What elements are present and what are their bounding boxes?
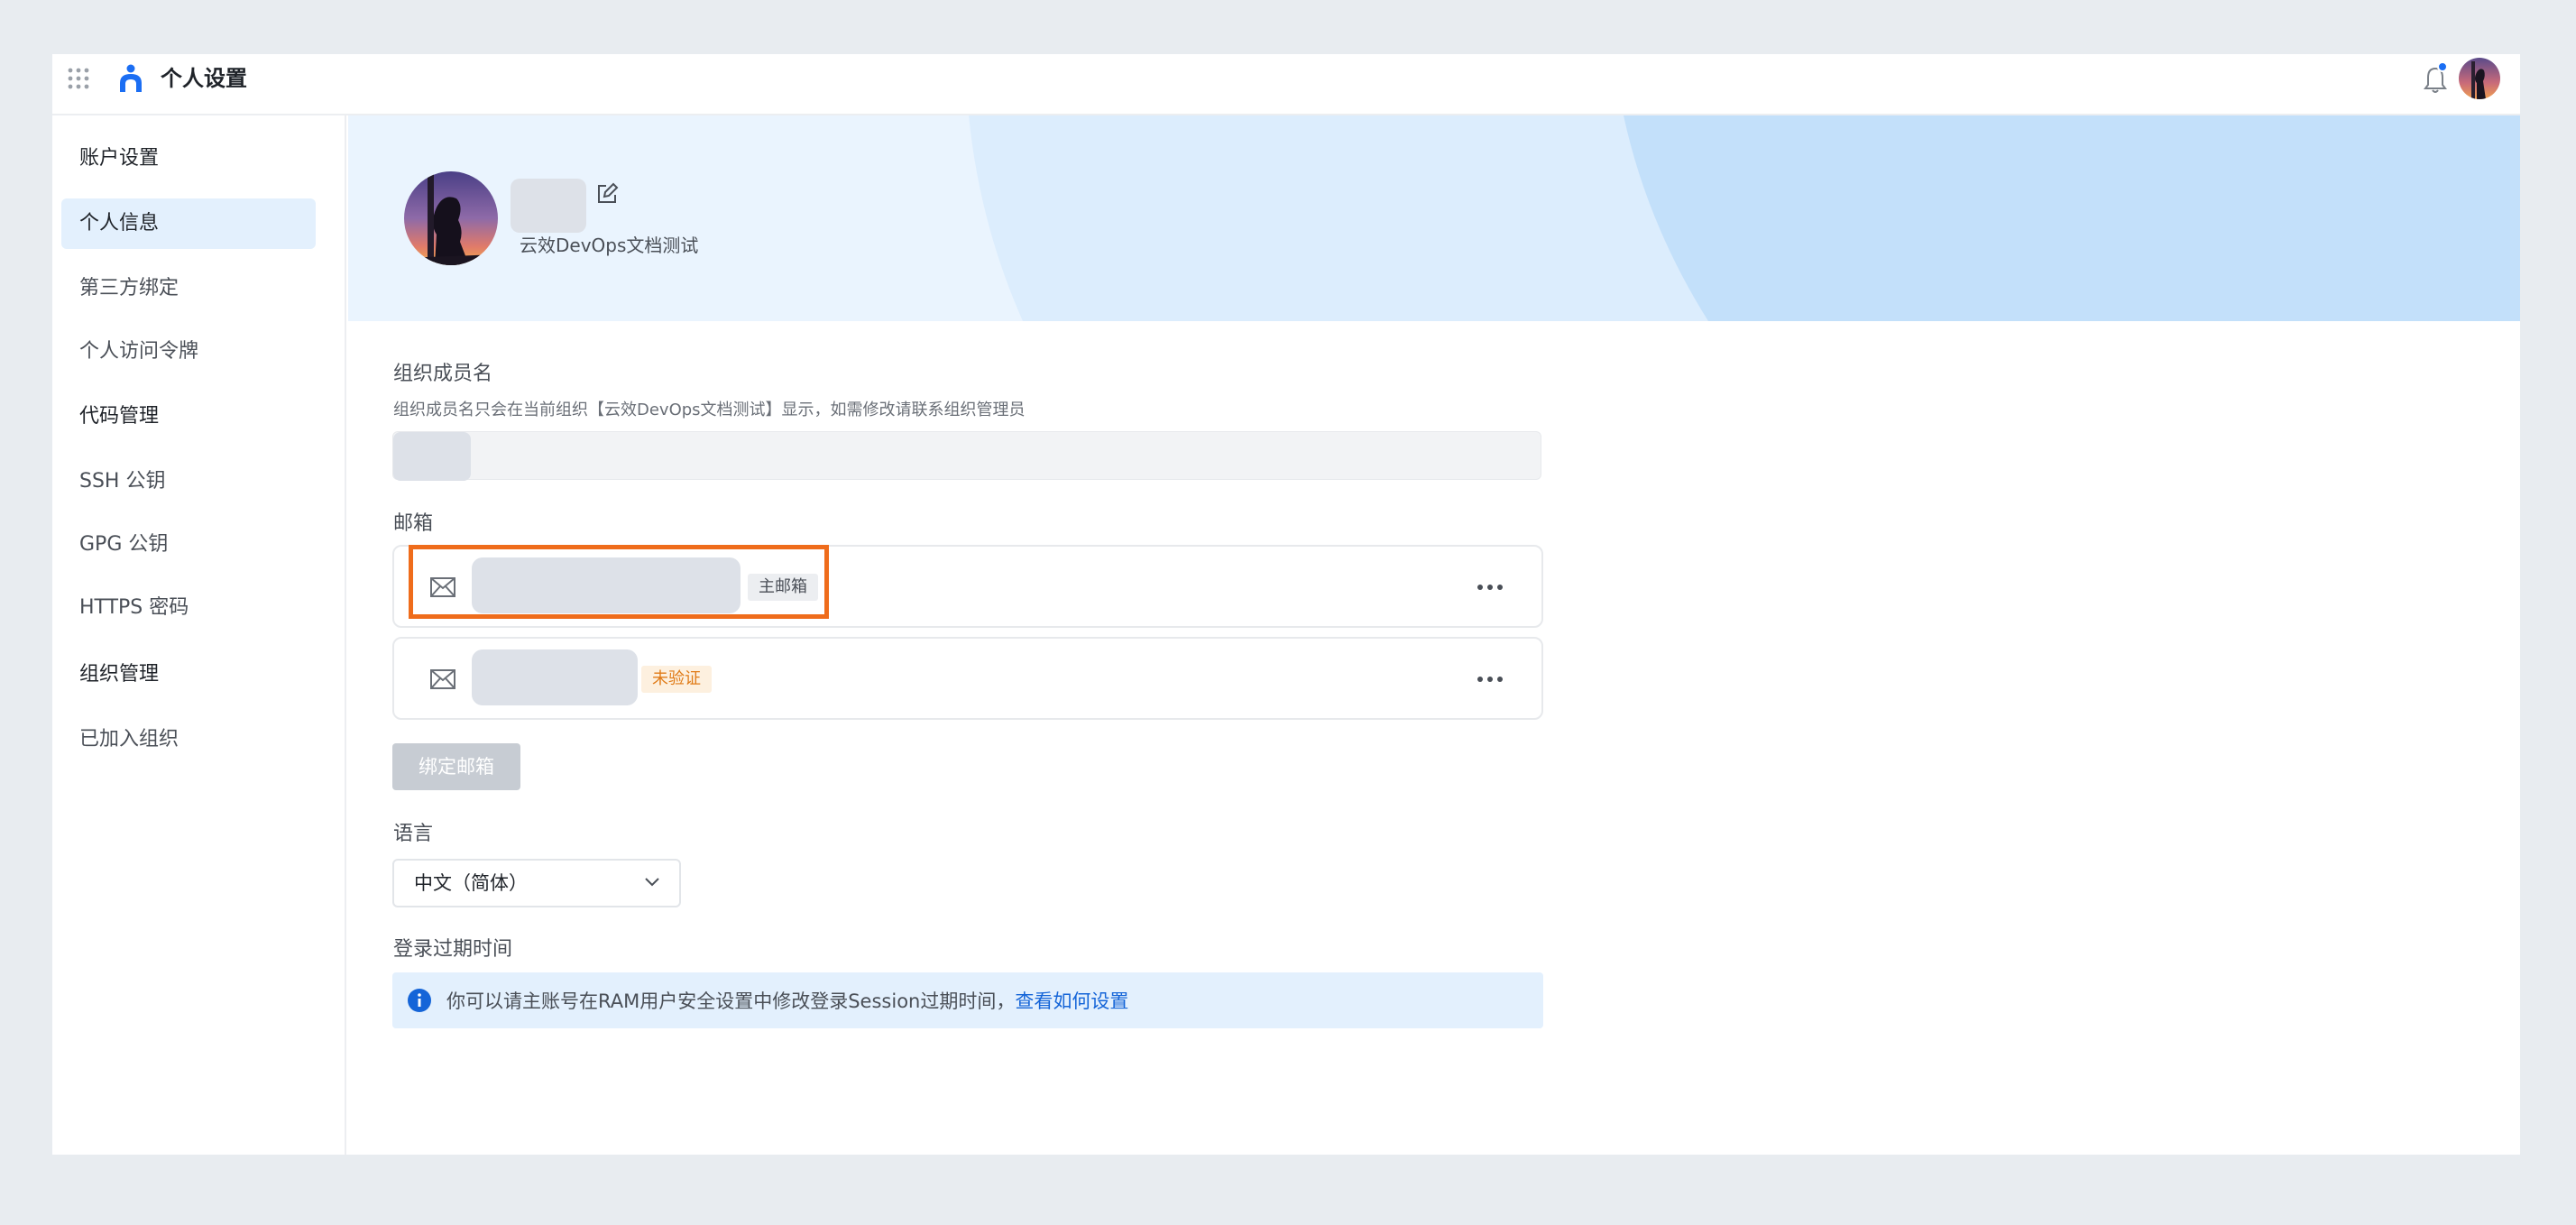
sidebar-item-https[interactable]: HTTPS 密码 <box>61 583 316 633</box>
bind-email-button[interactable]: 绑定邮箱 <box>392 743 520 790</box>
display-name-redacted <box>511 179 586 233</box>
more-icon[interactable] <box>1475 574 1505 601</box>
profile-org-name: 云效DevOps文档测试 <box>520 235 699 256</box>
info-icon <box>408 989 431 1012</box>
profile-banner <box>348 115 2520 321</box>
sidebar-group-code: 代码管理 <box>79 405 160 428</box>
sidebar-item-gpg[interactable]: GPG 公钥 <box>61 520 316 570</box>
info-text: 你可以请主账号在RAM用户安全设置中修改登录Session过期时间，查看如何设置 <box>446 987 1128 1014</box>
chevron-down-icon <box>645 878 659 887</box>
login-expiry-label: 登录过期时间 <box>393 938 513 961</box>
apps-grid-icon[interactable] <box>67 67 90 90</box>
sidebar-item-ssh[interactable]: SSH 公钥 <box>61 456 316 507</box>
language-selected-value: 中文（简体） <box>414 872 528 894</box>
sidebar-item-third-party[interactable]: 第三方绑定 <box>61 263 316 314</box>
member-name-label: 组织成员名 <box>393 363 493 385</box>
sidebar: 账户设置 个人信息 第三方绑定 个人访问令牌 代码管理 SSH 公钥 GPG 公… <box>52 115 346 1155</box>
page-title: 个人设置 <box>161 66 247 91</box>
notification-dot <box>2437 61 2448 72</box>
email-card-secondary: 未验证 <box>392 637 1543 720</box>
sidebar-item-profile[interactable]: 个人信息 <box>61 198 316 249</box>
login-expiry-info: 你可以请主账号在RAM用户安全设置中修改登录Session过期时间，查看如何设置 <box>392 972 1543 1028</box>
logo-icon <box>120 64 142 92</box>
avatar[interactable] <box>2459 58 2500 99</box>
profile-avatar[interactable] <box>404 171 498 265</box>
unverified-badge: 未验证 <box>641 666 712 693</box>
info-message: 你可以请主账号在RAM用户安全设置中修改登录Session过期时间， <box>446 990 1016 1012</box>
member-name-redacted <box>393 432 471 481</box>
sidebar-group-account: 账户设置 <box>79 147 160 170</box>
language-select[interactable]: 中文（简体） <box>392 859 681 907</box>
how-to-set-link[interactable]: 查看如何设置 <box>1015 990 1128 1012</box>
email-label: 邮箱 <box>393 512 434 535</box>
more-icon[interactable] <box>1475 666 1505 693</box>
top-bar: 个人设置 <box>52 54 2520 115</box>
sidebar-item-joined-orgs[interactable]: 已加入组织 <box>61 714 316 765</box>
edit-icon[interactable] <box>595 182 619 206</box>
email-address-redacted <box>472 649 638 705</box>
app-window: 个人设置 账户设置 个人信息 第三方绑定 个人访问令牌 代码管理 SSH 公钥 … <box>52 54 2520 1155</box>
highlight-box <box>409 545 829 619</box>
sidebar-group-org: 组织管理 <box>79 663 160 686</box>
member-name-hint: 组织成员名只会在当前组织【云效DevOps文档测试】显示，如需修改请联系组织管理… <box>393 401 1026 419</box>
member-name-field <box>392 431 1541 481</box>
mail-icon <box>430 669 455 689</box>
sidebar-item-access-token[interactable]: 个人访问令牌 <box>61 327 316 377</box>
language-label: 语言 <box>393 823 434 845</box>
